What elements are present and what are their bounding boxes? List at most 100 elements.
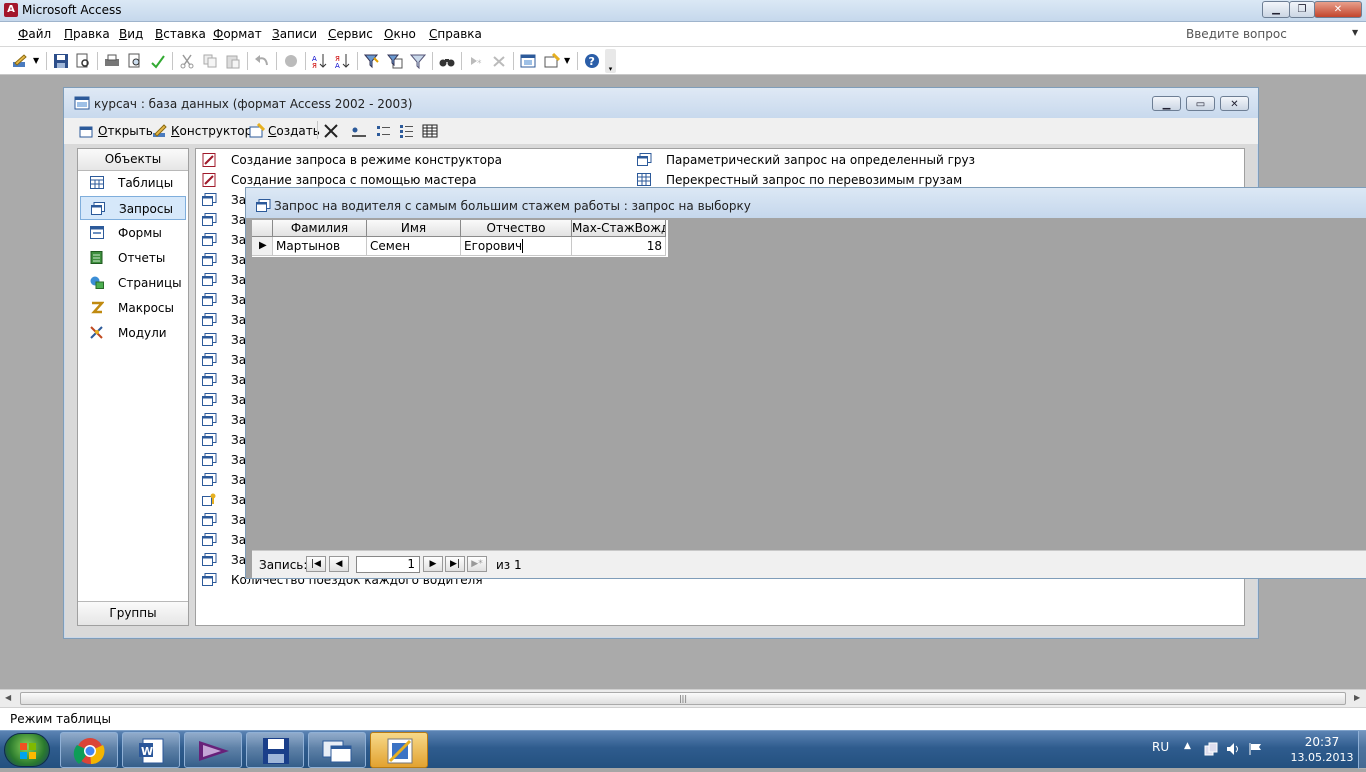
open-button[interactable]: Открыть [98,124,153,138]
find-icon[interactable] [439,53,455,69]
query-name: За [231,453,247,467]
taskbar-access[interactable] [370,732,428,768]
menu-format[interactable]: Формат [213,27,262,41]
menu-help[interactable]: Справка [429,27,482,41]
close-button[interactable]: ✕ [1314,1,1362,18]
filter-form-icon[interactable] [387,53,403,69]
table-cell[interactable]: Егорович [461,237,572,256]
current-record-input[interactable]: 1 [356,556,420,573]
list-view-icon[interactable] [399,124,415,138]
last-record-button[interactable]: ▶| [445,556,465,572]
scroll-thumb[interactable]: ||| [20,692,1346,705]
taskbar-chrome[interactable] [60,732,118,768]
menu-edit[interactable]: Правка [64,27,110,41]
print-preview-icon[interactable] [127,53,143,69]
clock[interactable]: 20:37 13.05.2013 [1287,735,1357,765]
office-links-icon[interactable] [283,53,299,69]
table-cell[interactable]: Мартынов [273,237,367,256]
new-object-icon[interactable] [544,53,560,69]
file-search-icon[interactable] [75,53,91,69]
sort-descending-icon[interactable]: ЯA [335,53,351,69]
objects-header[interactable]: Объекты [78,149,188,171]
menu-window[interactable]: Окно [384,27,416,41]
menu-tools[interactable]: Сервис [328,27,373,41]
chevron-down-icon[interactable]: ▼ [33,53,41,69]
object-macros[interactable]: Макросы [80,296,186,320]
object-queries[interactable]: Запросы [80,196,186,220]
large-icons-icon[interactable] [351,124,367,138]
taskbar-explorer[interactable] [308,732,366,768]
previous-record-button[interactable]: ◀ [329,556,349,572]
sort-ascending-icon[interactable]: AЯ [312,53,328,69]
delete-icon[interactable] [324,124,338,138]
object-reports[interactable]: Отчеты [80,246,186,270]
paste-icon[interactable] [225,53,241,69]
minimize-button[interactable]: ▁ [1262,1,1290,18]
undo-icon[interactable] [254,53,270,69]
column-header[interactable]: Имя [367,220,461,237]
spelling-icon[interactable] [150,53,166,69]
cut-icon[interactable] [179,53,195,69]
menu-records[interactable]: Записи [272,27,317,41]
object-pages[interactable]: Страницы [80,271,186,295]
query-icon [202,213,217,226]
language-indicator[interactable]: RU [1152,740,1169,754]
horizontal-scrollbar[interactable]: ◀ ||| ▶ [0,689,1366,707]
column-header[interactable]: Max-СтажВожд [572,220,666,237]
toolbar-options-icon[interactable]: ▾ [605,49,616,73]
delete-record-icon[interactable] [491,53,507,69]
menu-file[interactable]: Файл [18,27,51,41]
menu-view[interactable]: Вид [119,27,143,41]
action-center-flag-icon[interactable] [1248,742,1264,756]
table-cell[interactable]: Семен [367,237,461,256]
view-design-icon[interactable] [12,53,28,69]
network-icon[interactable] [1204,742,1218,756]
object-modules[interactable]: Модули [80,321,186,345]
menu-insert[interactable]: Вставка [155,27,206,41]
details-view-icon[interactable] [422,124,438,138]
first-record-button[interactable]: |◀ [306,556,326,572]
column-header[interactable]: Фамилия [273,220,367,237]
taskbar-visual-studio[interactable] [184,732,242,768]
database-window-icon[interactable] [520,53,536,69]
chevron-down-icon[interactable]: ▼ [1352,28,1358,37]
help-icon[interactable]: ? [584,53,600,69]
volume-icon[interactable] [1226,742,1240,756]
print-icon[interactable] [104,53,120,69]
query-icon [202,413,217,426]
new-record-button[interactable]: ▶* [467,556,487,572]
record-selector-header[interactable] [252,220,273,237]
object-forms[interactable]: Формы [80,221,186,245]
next-record-button[interactable]: ▶ [423,556,443,572]
db-minimize-button[interactable]: ▁ [1152,96,1181,111]
object-label: Формы [118,226,162,240]
chevron-down-icon[interactable]: ▼ [564,53,572,69]
new-record-icon[interactable]: * [468,53,484,69]
current-record-pointer-icon[interactable]: ▶ [252,237,273,256]
restore-button[interactable]: ❐ [1289,1,1315,18]
create-button[interactable]: Создать [268,124,320,138]
start-button[interactable] [4,733,50,767]
taskbar-floppy[interactable] [246,732,304,768]
object-tables[interactable]: Таблицы [80,171,186,195]
query-icon [637,153,652,166]
filter-selection-icon[interactable] [364,53,380,69]
status-bar: Режим таблицы [0,707,1366,730]
table-cell[interactable]: 18 [572,237,666,256]
taskbar-word[interactable]: W [122,732,180,768]
apply-filter-icon[interactable] [410,53,426,69]
db-maximize-button[interactable]: ▭ [1186,96,1215,111]
small-icons-icon[interactable] [376,124,392,138]
scroll-left-icon[interactable]: ◀ [5,693,11,702]
query-name: За [231,233,247,247]
show-desktop-button[interactable] [1358,731,1366,769]
scroll-right-icon[interactable]: ▶ [1354,693,1360,702]
groups-header[interactable]: Группы [78,601,188,625]
db-close-button[interactable]: ✕ [1220,96,1249,111]
ask-question-input[interactable]: Введите вопрос [1186,27,1356,41]
copy-icon[interactable] [202,53,218,69]
show-hidden-icons-icon[interactable]: ▲ [1184,741,1191,751]
column-header[interactable]: Отчество [461,220,572,237]
design-button[interactable]: Конструктор [171,124,252,138]
save-icon[interactable] [53,53,69,69]
